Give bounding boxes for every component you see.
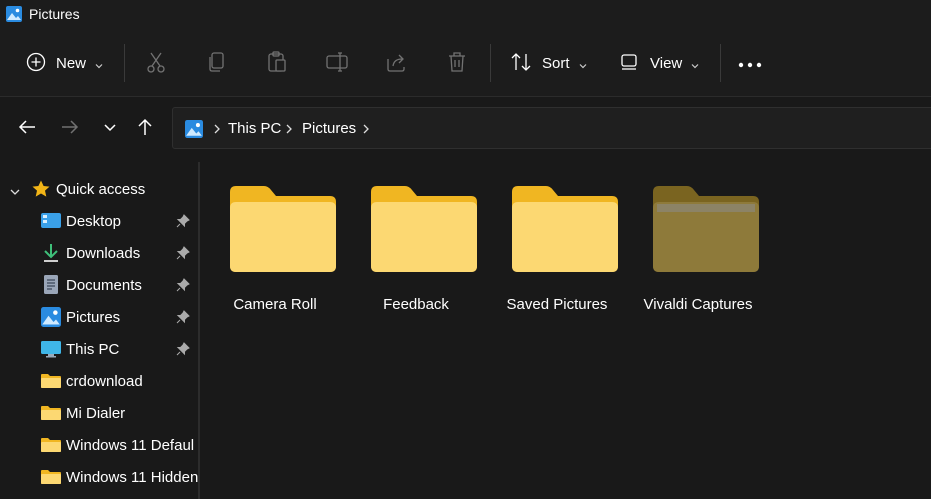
window-title: Pictures bbox=[29, 6, 80, 22]
folder-name: Feedback bbox=[383, 296, 449, 313]
file-list-view: Camera Roll Feedback Saved Pictures Viva… bbox=[200, 162, 931, 499]
navigation-pane: Quick access Desktop Downloads Documents bbox=[0, 162, 198, 499]
folder-icon bbox=[41, 371, 61, 391]
recent-locations-button[interactable] bbox=[97, 115, 123, 141]
chevron-right-icon bbox=[360, 122, 372, 134]
paste-icon bbox=[267, 50, 287, 76]
pin-icon bbox=[176, 278, 190, 292]
sidebar-item-pictures[interactable]: Pictures bbox=[0, 301, 198, 333]
sort-icon bbox=[510, 52, 532, 75]
sidebar-item-mi-dialer[interactable]: Mi Dialer bbox=[0, 397, 198, 429]
new-label: New bbox=[56, 54, 87, 72]
folder-icon bbox=[41, 403, 61, 423]
sidebar-item-label: Mi Dialer bbox=[66, 405, 126, 422]
sidebar-item-label: Pictures bbox=[66, 309, 121, 326]
folder-icon bbox=[371, 186, 477, 272]
folder-icon bbox=[512, 186, 618, 272]
sidebar-item-label: Windows 11 Hidden bbox=[66, 469, 198, 486]
arrow-right-icon bbox=[60, 118, 80, 139]
navigation-bar: This PC Pictures bbox=[0, 97, 931, 161]
sidebar-item-windows-11-hidden[interactable]: Windows 11 Hidden bbox=[0, 461, 198, 493]
view-label: View bbox=[650, 54, 683, 72]
breadcrumb-pictures[interactable]: Pictures bbox=[302, 120, 356, 137]
rename-button[interactable] bbox=[326, 30, 348, 96]
star-icon bbox=[31, 179, 51, 199]
share-button[interactable] bbox=[386, 30, 408, 96]
pictures-icon bbox=[41, 307, 61, 327]
download-icon bbox=[41, 243, 61, 263]
copy-icon bbox=[207, 51, 227, 76]
breadcrumb-this-pc[interactable]: This PC bbox=[228, 120, 281, 137]
sidebar-item-label: Quick access bbox=[56, 181, 146, 198]
chevron-down-icon bbox=[690, 58, 700, 69]
chevron-down-icon bbox=[103, 120, 117, 136]
sidebar-item-label: crdownload bbox=[66, 373, 143, 390]
folder-icon bbox=[41, 435, 61, 455]
folder-icon bbox=[41, 467, 61, 487]
pin-icon bbox=[176, 214, 190, 228]
chevron-down-icon bbox=[578, 58, 588, 69]
pin-icon bbox=[176, 310, 190, 324]
new-button[interactable]: New bbox=[26, 30, 104, 96]
cut-icon bbox=[146, 51, 166, 76]
paste-button[interactable] bbox=[267, 30, 287, 96]
toolbar-divider bbox=[490, 44, 491, 82]
sidebar-item-quick-access[interactable]: Quick access bbox=[0, 173, 198, 205]
chevron-down-icon bbox=[9, 184, 21, 200]
folder-icon bbox=[653, 186, 759, 272]
delete-button[interactable] bbox=[447, 30, 467, 96]
view-button[interactable]: View bbox=[620, 30, 700, 96]
folder-name: Camera Roll bbox=[233, 296, 317, 313]
folder-item[interactable]: Camera Roll bbox=[213, 186, 337, 326]
folder-item[interactable]: Feedback bbox=[354, 186, 478, 326]
sidebar-item-label: This PC bbox=[66, 341, 120, 358]
folder-name: Saved Pictures bbox=[506, 296, 608, 313]
sidebar-item-desktop[interactable]: Desktop bbox=[0, 205, 198, 237]
view-icon bbox=[620, 53, 640, 74]
pin-icon bbox=[176, 246, 190, 260]
sort-button[interactable]: Sort bbox=[510, 30, 588, 96]
rename-icon bbox=[326, 51, 348, 76]
cut-button[interactable] bbox=[146, 30, 166, 96]
new-plus-icon bbox=[26, 52, 46, 75]
sidebar-item-crdownload[interactable]: crdownload bbox=[0, 365, 198, 397]
sidebar-item-this-pc[interactable]: This PC bbox=[0, 333, 198, 365]
more-icon bbox=[738, 55, 762, 71]
delete-icon bbox=[447, 51, 467, 76]
folder-item[interactable]: Vivaldi Captures bbox=[636, 186, 760, 326]
sidebar-item-label: Downloads bbox=[66, 245, 141, 262]
sidebar-item-downloads[interactable]: Downloads bbox=[0, 237, 198, 269]
share-icon bbox=[386, 51, 408, 76]
sidebar-item-label: Windows 11 Defaul bbox=[66, 437, 195, 454]
monitor-icon bbox=[41, 339, 61, 359]
title-bar: Pictures bbox=[0, 0, 931, 30]
folder-item[interactable]: Saved Pictures bbox=[495, 186, 619, 326]
folder-name: Vivaldi Captures bbox=[643, 296, 753, 313]
toolbar-divider bbox=[124, 44, 125, 82]
up-button[interactable] bbox=[132, 115, 158, 141]
forward-button[interactable] bbox=[57, 115, 83, 141]
copy-button[interactable] bbox=[207, 30, 227, 96]
document-icon bbox=[41, 275, 61, 295]
more-options-button[interactable] bbox=[738, 30, 762, 96]
chevron-down-icon bbox=[94, 58, 104, 69]
back-button[interactable] bbox=[14, 115, 40, 141]
sidebar-item-label: Desktop bbox=[66, 213, 122, 230]
sidebar-item-documents[interactable]: Documents bbox=[0, 269, 198, 301]
pictures-icon bbox=[6, 6, 22, 22]
chevron-right-icon bbox=[211, 122, 223, 134]
address-bar[interactable]: This PC Pictures bbox=[172, 107, 931, 149]
sidebar-item-windows-11-default[interactable]: Windows 11 Defaul bbox=[0, 429, 198, 461]
pin-icon bbox=[176, 342, 190, 356]
desktop-icon bbox=[41, 211, 61, 231]
pictures-icon bbox=[185, 120, 203, 138]
toolbar-divider bbox=[720, 44, 721, 82]
folder-icon bbox=[230, 186, 336, 272]
chevron-right-icon bbox=[283, 122, 295, 134]
arrow-up-icon bbox=[136, 117, 154, 140]
arrow-left-icon bbox=[17, 118, 37, 139]
sidebar-item-label: Documents bbox=[66, 277, 142, 294]
sort-label: Sort bbox=[542, 54, 570, 72]
command-bar: New Sort View bbox=[0, 30, 931, 97]
